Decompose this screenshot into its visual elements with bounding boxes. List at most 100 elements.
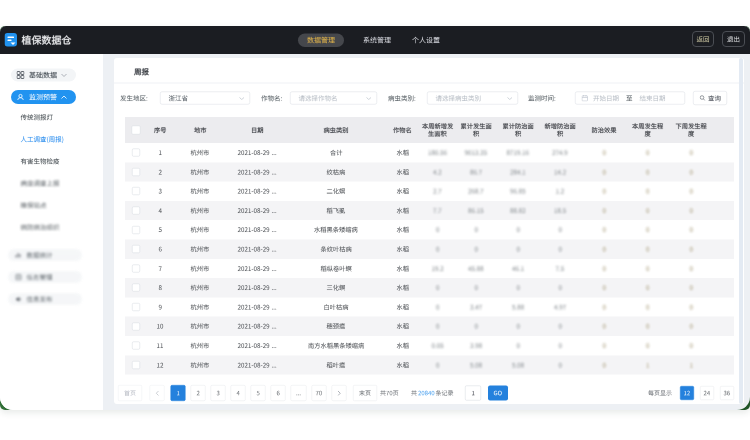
table-cell	[227, 317, 287, 336]
table-cell	[173, 220, 227, 239]
table-cell	[539, 297, 581, 316]
sidebar-tool-item[interactable]	[8, 271, 82, 283]
table-header-cell	[287, 117, 385, 143]
row-checkbox[interactable]	[132, 303, 140, 311]
spacer-cell	[714, 182, 734, 201]
row-checkbox[interactable]	[132, 342, 140, 350]
table-body	[125, 143, 734, 375]
page-number-button[interactable]	[291, 385, 307, 401]
table-cell	[385, 201, 420, 220]
exit-button[interactable]	[722, 31, 745, 47]
last-page-button[interactable]	[353, 385, 377, 401]
table-cell	[227, 297, 287, 316]
select-all-checkbox[interactable]	[132, 126, 141, 135]
region-select[interactable]	[160, 92, 250, 105]
sidebar-group-basic-data[interactable]	[11, 69, 76, 82]
table-cell	[539, 259, 581, 278]
table-cell	[627, 220, 668, 239]
column-header	[194, 127, 207, 133]
sidebar-subitem[interactable]	[21, 112, 54, 122]
table-cell	[581, 259, 627, 278]
table-cell	[147, 162, 173, 181]
back-button[interactable]	[692, 31, 714, 47]
chevron-right-icon	[337, 390, 341, 396]
sidebar-subitem[interactable]	[21, 178, 60, 188]
row-checkbox[interactable]	[132, 245, 140, 253]
per-page-option-button[interactable]	[700, 386, 714, 400]
table-row	[125, 162, 734, 181]
first-page-button[interactable]	[118, 385, 142, 401]
sidebar-subitem[interactable]	[21, 222, 60, 232]
row-checkbox[interactable]	[132, 187, 140, 195]
sidebar-subitem[interactable]	[21, 156, 60, 166]
nav-item-system-management[interactable]	[354, 33, 400, 47]
per-page-option-button[interactable]	[720, 386, 734, 400]
table-header-cell	[420, 117, 455, 143]
row-checkbox[interactable]	[132, 149, 140, 157]
page-number-button[interactable]	[312, 385, 327, 401]
page-number-button[interactable]	[211, 385, 226, 401]
table-cell	[497, 336, 539, 355]
table-cell	[287, 239, 385, 258]
sidebar-subitem[interactable]	[21, 134, 64, 144]
chevron-down-icon	[239, 97, 245, 100]
table-cell	[227, 220, 287, 239]
sidebar-subitem[interactable]	[21, 200, 47, 210]
table-cell	[287, 220, 385, 239]
row-checkbox[interactable]	[132, 361, 140, 369]
table-cell	[287, 336, 385, 355]
table-row	[125, 220, 734, 239]
go-button[interactable]	[488, 386, 508, 401]
table-cell	[147, 278, 173, 297]
table-cell	[287, 162, 385, 181]
table-cell	[455, 162, 497, 181]
row-checkbox[interactable]	[132, 264, 140, 272]
table-cell	[173, 259, 227, 278]
spacer-cell	[714, 220, 734, 239]
crop-select[interactable]	[290, 92, 377, 105]
table-cell	[147, 182, 173, 201]
table-cell	[497, 162, 539, 181]
table-cell	[627, 317, 668, 336]
sidebar-group-monitoring-warning[interactable]	[11, 90, 76, 104]
row-checkbox[interactable]	[132, 207, 140, 215]
page-number-button[interactable]	[191, 385, 206, 401]
spacer-cell	[714, 239, 734, 258]
table-cell	[455, 278, 497, 297]
table-cell	[147, 336, 173, 355]
row-checkbox[interactable]	[132, 168, 140, 176]
row-checkbox[interactable]	[132, 322, 140, 330]
nav-item-personal-settings[interactable]	[403, 33, 449, 47]
table-cell	[668, 162, 714, 181]
spacer-cell	[714, 317, 734, 336]
jump-page-input[interactable]	[465, 386, 481, 401]
table-cell	[385, 278, 420, 297]
region-label	[120, 92, 148, 105]
total-prefix	[411, 390, 417, 396]
range-separator	[626, 95, 633, 102]
pest-select[interactable]	[427, 92, 518, 105]
chevron-left-icon	[155, 390, 159, 396]
table-cell	[497, 297, 539, 316]
nav-item-data-management[interactable]	[298, 33, 344, 47]
row-checkbox[interactable]	[132, 226, 140, 234]
page-number-button[interactable]	[171, 385, 186, 401]
date-range-input[interactable]	[575, 92, 685, 105]
page-scrollbar[interactable]	[739, 58, 743, 404]
table-cell	[420, 278, 455, 297]
crop-label	[261, 92, 282, 105]
per-page-option-button[interactable]	[680, 386, 694, 400]
sidebar-tool-item[interactable]	[8, 293, 82, 305]
page-number-button[interactable]	[271, 385, 286, 401]
page-number-button[interactable]	[231, 385, 246, 401]
table-cell	[581, 297, 627, 316]
page-number-button[interactable]	[251, 385, 266, 401]
search-button[interactable]	[693, 91, 727, 105]
table-cell	[627, 143, 668, 162]
prev-page-button[interactable]	[150, 385, 165, 401]
table-cell	[497, 259, 539, 278]
table-cell	[539, 143, 581, 162]
sidebar-tool-item[interactable]	[8, 249, 82, 261]
next-page-button[interactable]	[332, 385, 347, 401]
row-checkbox[interactable]	[132, 284, 140, 292]
